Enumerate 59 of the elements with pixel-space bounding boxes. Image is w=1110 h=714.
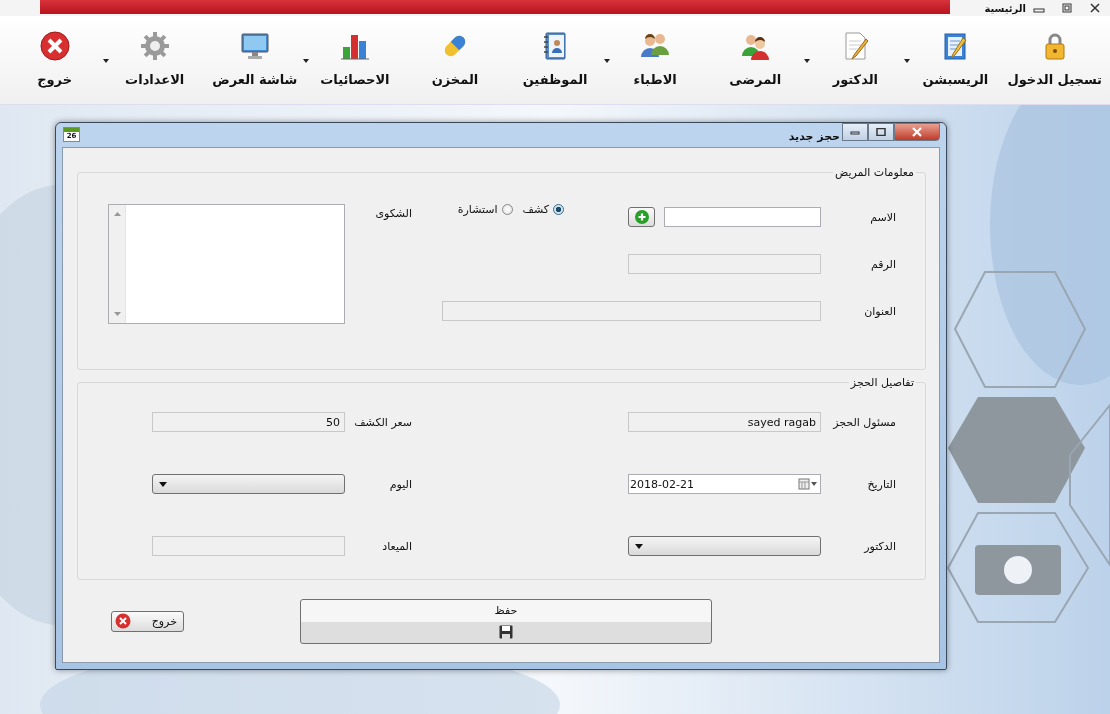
toolbar-button[interactable]: الريسبشن — [909, 16, 1001, 87]
scrollbar[interactable] — [109, 205, 126, 323]
scroll-down-icon — [113, 312, 121, 316]
maximize-button[interactable] — [868, 123, 894, 141]
toolbar-button[interactable]: الدكتور — [809, 16, 901, 87]
minimize-button[interactable] — [842, 123, 868, 141]
group-title: تفاصيل الحجز — [849, 376, 915, 389]
toolbar-button[interactable]: شاشة العرض — [209, 16, 301, 87]
toolbar-button[interactable]: الموظفين — [509, 16, 601, 87]
toolbar-button[interactable]: المخزن — [409, 16, 501, 87]
toolbar-button[interactable]: خروج — [9, 16, 101, 87]
window-title: الرئيسية — [984, 2, 1026, 14]
dropdown-arrow-icon — [159, 481, 167, 487]
field-label: الشكوى — [374, 207, 413, 220]
monitor-icon — [238, 30, 271, 62]
calendar-dropdown-icon — [798, 478, 818, 490]
field-label: الميعاد — [381, 539, 413, 553]
caret-icon[interactable] — [603, 59, 610, 63]
toolbar-button[interactable]: تسجيل الدخول — [1007, 16, 1102, 87]
caret-icon[interactable] — [903, 59, 910, 63]
restore-icon — [1060, 3, 1074, 13]
add-icon — [634, 210, 649, 224]
gear-icon — [138, 30, 171, 62]
dropdown[interactable] — [152, 474, 345, 494]
exit-icon — [115, 613, 131, 629]
toolbar-button[interactable]: الاطباء — [609, 16, 701, 87]
close-button[interactable] — [894, 123, 940, 141]
caret-icon[interactable] — [803, 59, 810, 63]
group-title: معلومات المريض — [834, 166, 915, 179]
field-label: العنوان — [863, 304, 897, 318]
close-icon — [1088, 3, 1102, 13]
toolbar-button[interactable]: المرضى — [709, 16, 801, 87]
field-label: الدكتور — [862, 539, 897, 553]
radio-option[interactable]: كشف — [522, 203, 564, 216]
date-picker[interactable]: 2018-02-21 — [628, 474, 821, 494]
complaint-field[interactable] — [108, 204, 345, 324]
exit-button[interactable]: خروج — [111, 610, 184, 632]
dropdown-arrow-icon — [635, 543, 643, 549]
dropdown[interactable] — [628, 536, 821, 556]
text-field[interactable] — [664, 207, 821, 227]
field-label: مسئول الحجز — [831, 415, 897, 429]
radio-option[interactable]: استشارة — [457, 203, 513, 216]
close-icon — [911, 127, 923, 137]
caret-icon[interactable] — [103, 59, 110, 63]
add-button[interactable] — [628, 207, 655, 227]
field-label: الاسم — [869, 210, 897, 224]
toolbar-button[interactable]: الاعدادات — [109, 16, 201, 87]
field-label: التاريخ — [866, 477, 897, 491]
field-label: الرقم — [869, 257, 897, 271]
minimize-icon — [850, 128, 860, 136]
maximize-icon — [876, 128, 886, 136]
toolbar-button[interactable]: الاحصائيات — [309, 16, 401, 87]
save-button[interactable]: حفظ — [300, 598, 712, 644]
exit-icon — [38, 30, 71, 62]
dialog-title: حجز جديد — [788, 130, 840, 143]
scroll-up-icon — [113, 212, 121, 216]
field-label: سعر الكشف — [353, 415, 413, 429]
field-label: اليوم — [388, 477, 413, 491]
caret-icon[interactable] — [303, 59, 310, 63]
